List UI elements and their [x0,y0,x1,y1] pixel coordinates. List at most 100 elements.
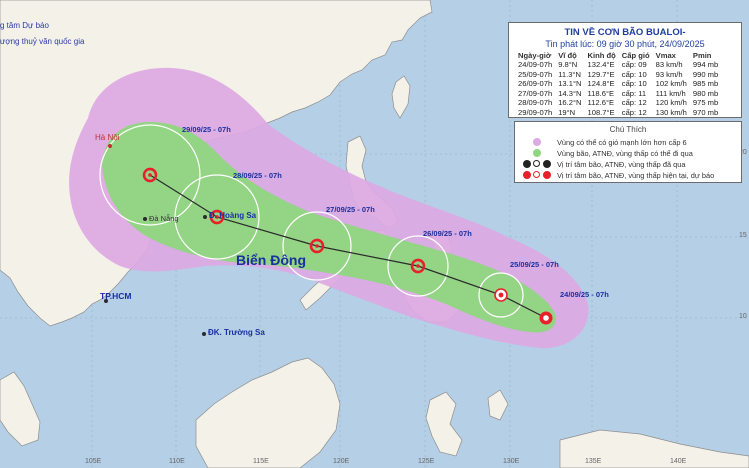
map-legend: Chú Thích Vùng có thể có gió mạnh lớn hơ… [514,121,742,183]
storm-info-table: Ngày-giờ Vĩ độ Kinh độ Cấp gió Vmax Pmin… [515,51,721,117]
table-row: 27/09-07h 14.3°N 118.6°E cấp: 11 111 km/h 980… [515,89,721,99]
green-dot-icon [533,149,541,157]
lon-tick-130: 130E [503,458,520,465]
table-cell: 19°N [558,107,576,117]
lon-tick-140: 140E [670,458,687,465]
track-label-28: 28/09/25 - 07h [233,171,282,180]
table-cell: 112.6°E [587,98,615,107]
forecast-storm-icon [533,171,540,178]
past-depression-icon [543,160,551,168]
track-label-25: 25/09/25 - 07h [510,260,559,269]
table-row: 26/09-07h 13.1°N 124.8°E cấp: 10 102 km/h 985… [515,79,721,89]
col-header: Pmin [692,51,712,60]
table-cell: 29/09-07h [518,107,553,117]
table-cell: 994 mb [692,60,719,69]
agency-line-2: ượng thuỷ văn quốc gia [0,37,85,46]
table-cell: 24/09-07h [518,60,553,69]
table-cell: 132.4°E [587,60,615,69]
table-cell: 11.3°N [558,69,581,79]
table-cell: 111 km/h [655,88,686,98]
lon-tick-125: 125E [418,458,435,465]
storm-info-box: TIN VỀ CƠN BÃO BUALOI- Tin phát lúc: 09 … [508,22,742,118]
col-header: Kinh độ [587,51,616,60]
storm-info-header-row: Ngày-giờ Vĩ độ Kinh độ Cấp gió Vmax Pmin [515,51,721,60]
table-cell: 13.1°N [558,79,582,88]
table-cell: 28/09-07h [518,98,553,107]
forecast-depression-icon [543,171,551,179]
legend-item-forecast-positions: Vị trí tâm bão, ATNĐ, vùng thấp hiện tại… [521,170,714,180]
lat-tick-15: 15 [739,232,747,239]
table-cell: 27/09-07h [518,88,553,98]
legend-item-storm-zone: Vùng bão, ATNĐ, vùng thấp có thể đi qua [521,148,693,158]
table-cell: 108.7°E [587,107,615,117]
label-hoangsa: Đ. Hoàng Sa [209,211,257,220]
col-header: Ngày-giờ [518,51,552,60]
forecast-marker-25 [494,288,508,302]
track-label-27: 27/09/25 - 07h [326,205,375,214]
past-typhoon-icon [523,160,531,168]
table-cell: 14.3°N [558,88,582,98]
table-cell: cấp: 09 [621,60,647,69]
legend-label: Vị trí tâm bão, ATNĐ, vùng thấp đã qua [557,159,686,169]
table-cell: 83 km/h [655,60,683,69]
label-hcm: TP.HCM [100,291,132,301]
truongsa-dot [202,332,206,336]
table-cell: 120 km/h [655,98,687,107]
lat-tick-10: 10 [739,313,747,320]
lon-tick-105: 105E [85,458,102,465]
table-cell: 9.8°N [558,60,578,69]
label-danang: Đà Nẵng [149,214,179,223]
past-position-marker [539,311,553,325]
table-cell: 975 mb [692,98,719,107]
table-cell: 129.7°E [587,69,615,79]
legend-title: Chú Thích [609,125,647,134]
table-row: 24/09-07h 9.8°N 132.4°E cấp: 09 83 km/h 994 m… [515,60,721,70]
legend-item-past-positions: Vị trí tâm bão, ATNĐ, vùng thấp đã qua [521,159,685,169]
legend-item-wind-zone: Vùng có thể có gió mạnh lớn hơn cấp 6 [521,137,687,147]
purple-dot-icon [533,138,541,146]
table-cell: 980 mb [692,88,719,98]
table-cell: 26/09-07h [518,79,553,88]
legend-label: Vùng bão, ATNĐ, vùng thấp có thể đi qua [557,148,693,158]
lon-tick-110: 110E [169,458,185,465]
label-hanoi: Hà Nội [95,133,120,142]
track-label-24: 24/09/25 - 07h [560,290,609,299]
storm-info-title: TIN VỀ CƠN BÃO BUALOI- [564,27,686,38]
legend-label: Vị trí tâm bão, ATNĐ, vùng thấp hiện tại… [557,170,715,180]
lon-tick-135: 135E [585,458,602,465]
table-cell: 118.6°E [587,88,615,98]
table-row: 28/09-07h 16.2°N 112.6°E cấp: 12 120 km/h 975… [515,98,721,108]
table-cell: cấp: 10 [621,79,647,88]
table-cell: cấp: 10 [621,69,647,79]
table-row: 29/09-07h 19°N 108.7°E cấp: 12 130 km/h 970 m… [515,108,721,118]
table-cell: 124.8°E [587,79,615,88]
table-row: 25/09-07h 11.3°N 129.7°E cấp: 10 93 km/h 990 … [515,70,721,80]
forecast-typhoon-icon [523,171,531,179]
table-cell: 102 km/h [655,79,687,88]
storm-info-issued: Tin phát lúc: 09 giờ 30 phút, 24/09/2025 [545,39,705,49]
agency-line-1: g tâm Dự báo [0,21,49,30]
legend-label: Vùng có thể có gió mạnh lớn hơn cấp 6 [557,137,687,147]
label-truongsa: ĐK. Trường Sa [208,328,265,337]
table-cell: 16.2°N [558,98,582,107]
col-header: Vmax [655,51,676,60]
col-header: Cấp gió [621,51,650,60]
table-cell: 985 mb [692,79,719,88]
track-label-26: 26/09/25 - 07h [423,229,472,238]
lon-tick-120: 120E [333,458,350,465]
table-cell: cấp: 12 [621,98,647,107]
danang-dot [143,217,147,221]
track-label-29: 29/09/25 - 07h [182,125,231,134]
past-storm-icon [533,160,540,167]
hoangsa-dot [203,215,207,219]
table-cell: 130 km/h [655,107,687,117]
table-cell: 25/09-07h [518,69,553,79]
table-cell: cấp: 11 [621,88,647,98]
col-header: Vĩ độ [558,51,577,60]
table-cell: cấp: 12 [621,107,647,117]
table-cell: 93 km/h [655,69,683,79]
table-cell: 990 mb [692,69,719,79]
hanoi-dot [108,144,112,148]
label-bien-dong: Biển Đông [236,252,306,268]
lon-tick-115: 115E [253,458,269,465]
